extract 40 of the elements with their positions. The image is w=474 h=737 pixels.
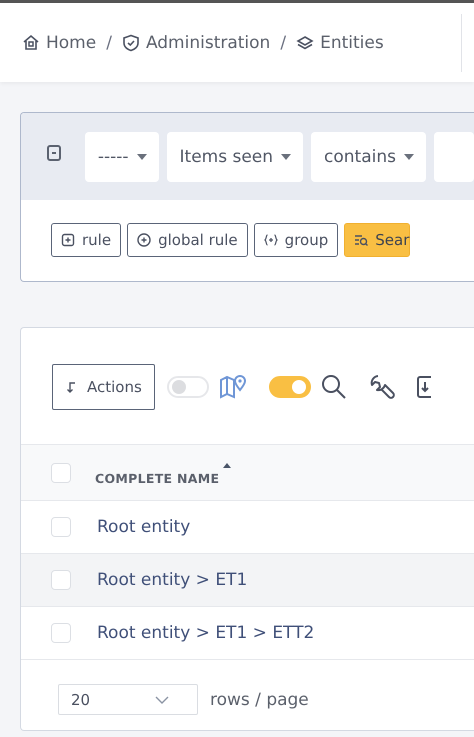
entity-link[interactable]: Root entity > ET1 > ETT2 xyxy=(97,623,314,643)
checkbox[interactable] xyxy=(51,517,71,537)
search-icon[interactable] xyxy=(320,374,347,400)
dropdown[interactable]: Items seen xyxy=(166,132,304,182)
wrench-icon[interactable] xyxy=(368,374,395,400)
collapse-icon[interactable] xyxy=(47,145,61,161)
toggle-switch[interactable] xyxy=(268,376,311,398)
checkbox[interactable] xyxy=(51,462,71,482)
checkbox[interactable] xyxy=(51,570,71,590)
search-button[interactable]: Sear xyxy=(344,223,410,257)
breadcrumb-separator: / xyxy=(106,32,112,52)
add-button[interactable]: group xyxy=(254,223,338,257)
breadcrumb-separator: / xyxy=(280,32,286,52)
add-button[interactable]: global rule xyxy=(127,223,248,257)
entity-link[interactable]: Root entity xyxy=(97,517,190,537)
house-icon xyxy=(22,34,40,52)
breadcrumb-link[interactable]: Administration xyxy=(122,32,270,52)
search-list-icon xyxy=(354,233,368,247)
dropdown[interactable]: ----- xyxy=(84,132,159,182)
breadcrumb-link[interactable]: Entities xyxy=(296,32,384,52)
entity-link[interactable]: Root entity > ET1 xyxy=(97,570,248,590)
download-icon[interactable] xyxy=(416,374,431,400)
toggle-switch[interactable] xyxy=(166,376,209,398)
layers-icon xyxy=(296,34,314,52)
return-arrow-icon xyxy=(65,380,77,394)
page-size-select[interactable]: 20 xyxy=(58,684,198,715)
actions-button[interactable]: Actions xyxy=(52,364,155,410)
braces-plus-icon xyxy=(264,233,278,247)
page-size-label: rows / page xyxy=(210,690,309,710)
plus-square-icon xyxy=(61,233,75,247)
sort-icon[interactable] xyxy=(222,462,232,469)
add-button[interactable]: rule xyxy=(51,223,122,257)
chevron-down-icon xyxy=(155,696,169,704)
map-pin-icon[interactable] xyxy=(218,373,249,401)
column-header[interactable]: COMPLETE NAME xyxy=(95,471,220,486)
dropdown[interactable]: contains xyxy=(311,132,426,182)
plus-circle-icon xyxy=(137,233,152,247)
shield-check-icon xyxy=(122,34,140,52)
breadcrumb-link[interactable]: Home xyxy=(22,32,96,52)
checkbox[interactable] xyxy=(51,623,71,643)
